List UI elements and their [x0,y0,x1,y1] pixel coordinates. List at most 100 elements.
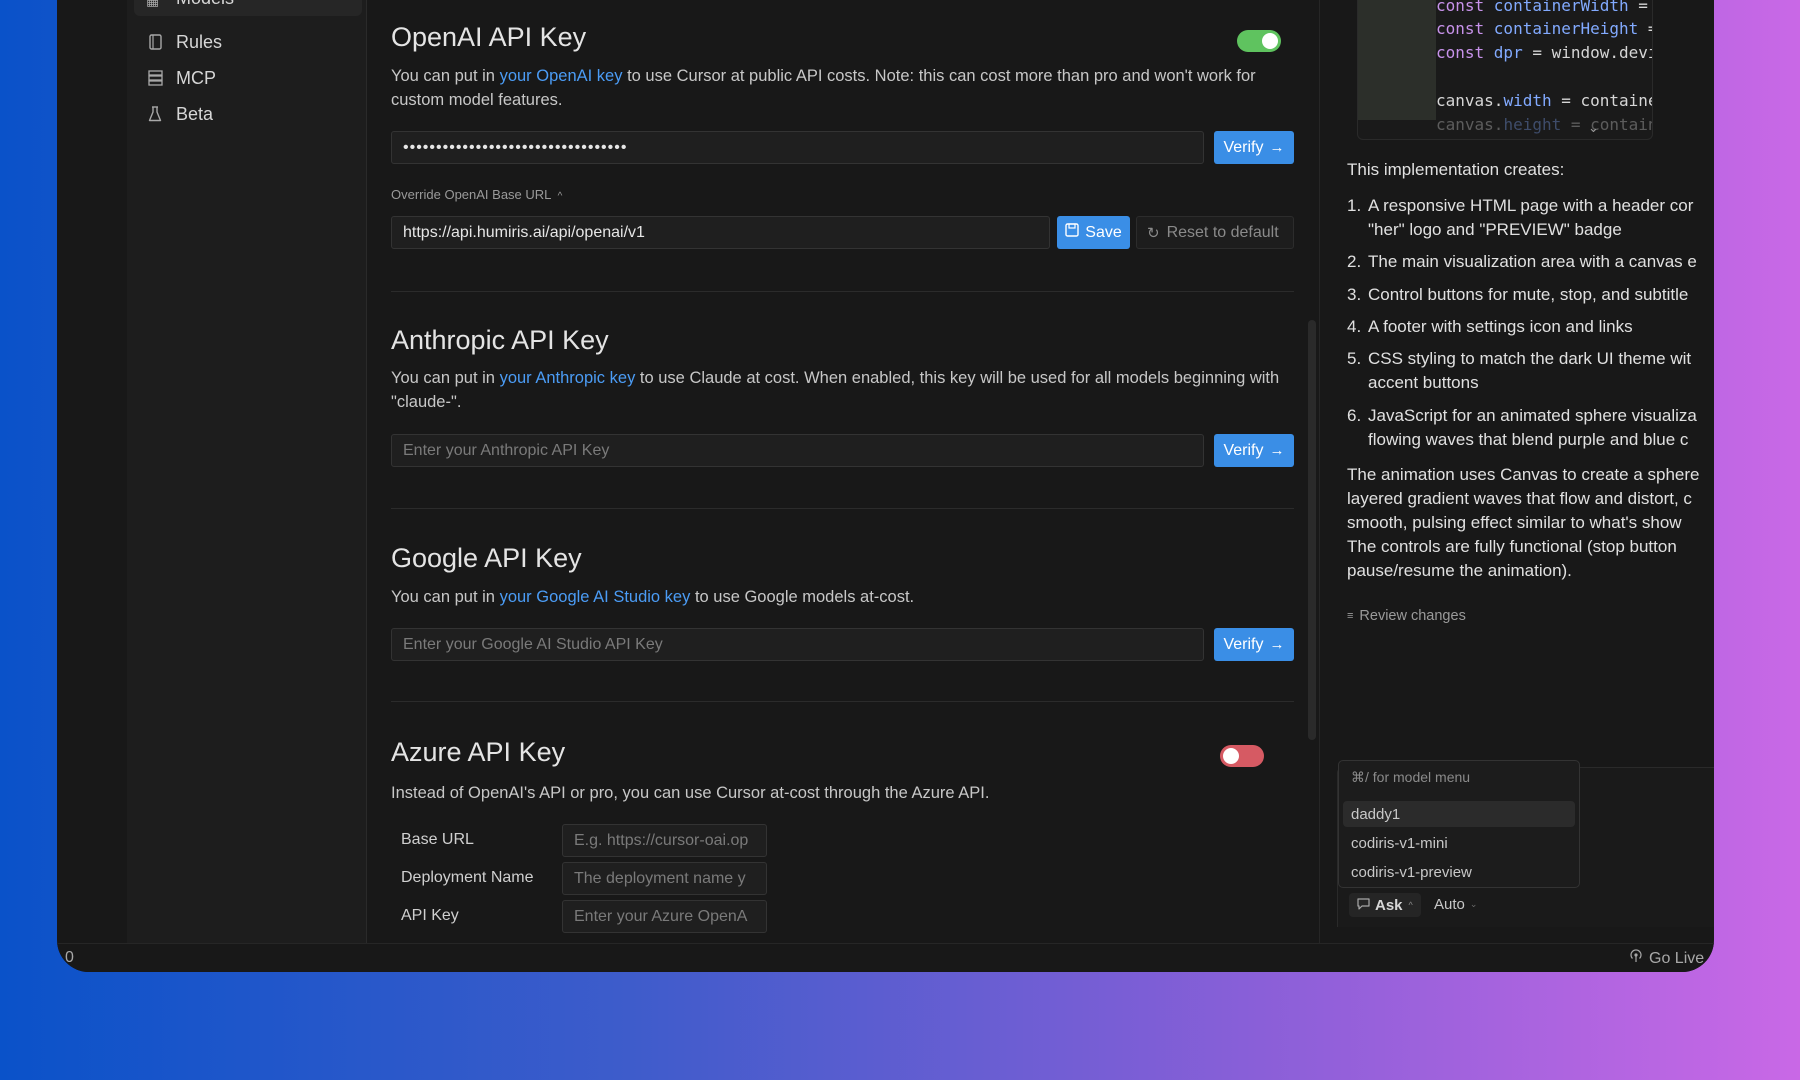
go-live-label: Go Live [1649,949,1705,967]
model-option[interactable]: codiris-v1-preview [1343,859,1575,885]
chevron-up-icon: ^ [1408,900,1413,910]
code-line: const containerWidth = canvas [1436,0,1652,15]
reset-default-button[interactable]: ↻ Reset to default [1136,216,1294,249]
chat-intro: This implementation creates: [1347,160,1565,179]
openai-description: You can put in your OpenAI key to use Cu… [391,64,1301,112]
list-icon: ≡ [1347,610,1354,622]
verify-label: Verify [1223,635,1264,653]
openai-key-input[interactable]: •••••••••••••••••••••••••••••••••• [391,131,1204,164]
save-icon [1065,223,1079,242]
code-token: const [1436,0,1494,15]
sidebar-item-models[interactable]: ▦ Models [134,0,362,16]
code-token: dpr [1493,43,1523,62]
chat-paragraph-line: The controls are fully functional (stop … [1347,537,1677,556]
list-item: accent buttons [1368,373,1479,392]
sidebar-item-label: MCP [176,67,216,88]
azure-toggle[interactable] [1220,745,1264,767]
chat-paragraph-line: layered gradient waves that flow and dis… [1347,489,1692,508]
status-left-count: 0 [65,949,74,966]
anthropic-verify-button[interactable]: Verify → [1214,434,1294,467]
go-live-button[interactable]: Go Live [1629,949,1704,968]
openai-key-link[interactable]: your OpenAI key [500,67,623,85]
google-description: You can put in your Google AI Studio key… [391,585,1301,609]
verify-label: Verify [1223,138,1264,156]
azure-base-url-label: Base URL [401,831,474,848]
auto-label: Auto [1434,896,1465,913]
desc-text: to use Google models at-cost. [690,588,915,606]
google-section-title: Google API Key [391,543,582,573]
list-item: The main visualization area with a canva… [1368,252,1697,271]
override-base-url-toggle[interactable]: Override OpenAI Base URL ^ [391,187,562,202]
review-changes-button[interactable]: ≡ Review changes [1347,608,1466,624]
code-line: const dpr = window.devicePix [1436,43,1652,62]
code-token: = containerHei [1570,115,1652,134]
azure-deployment-label: Deployment Name [401,869,534,886]
code-block: const containerWidth = canvas const cont… [1357,0,1653,140]
auto-select[interactable]: Auto ⌄ [1434,896,1477,913]
sidebar-item-label: Rules [176,31,223,52]
desc-text: You can put in [391,67,500,85]
openai-verify-button[interactable]: Verify → [1214,131,1294,164]
google-key-link[interactable]: your Google AI Studio key [500,588,691,606]
sidebar-item-rules[interactable]: Rules [146,24,222,60]
code-token: containerWidth [1493,0,1629,15]
list-item: A footer with settings icon and links [1368,317,1633,336]
anthropic-key-input[interactable]: Enter your Anthropic API Key [391,434,1204,467]
azure-api-key-label: API Key [401,907,459,924]
google-key-input[interactable]: Enter your Google AI Studio API Key [391,628,1204,661]
code-token: const [1436,43,1494,62]
anthropic-key-link[interactable]: your Anthropic key [500,369,636,387]
code-token: containerHeight [1493,19,1639,38]
openai-section-title: OpenAI API Key [391,22,587,52]
list-number: 3. [1347,285,1362,304]
list-number: 5. [1347,349,1362,368]
model-option[interactable]: codiris-v1-mini [1343,830,1575,856]
code-line: const containerHeight = canva [1436,19,1652,38]
list-item: CSS styling to match the dark UI theme w… [1368,349,1692,368]
section-divider [391,508,1294,509]
code-token: height [1503,115,1562,134]
openai-toggle[interactable] [1237,30,1281,52]
code-token: canvas. [1436,91,1504,110]
toggle-knob [1223,748,1239,764]
model-option[interactable]: daddy1 [1343,801,1575,827]
reset-icon: ↻ [1147,224,1160,242]
anthropic-section-title: Anthropic API Key [391,325,609,355]
chat-paragraph-line: pause/resume the animation). [1347,561,1572,580]
model-menu: ⌘/ for model menu daddy1 codiris-v1-mini… [1338,760,1580,888]
azure-deployment-input[interactable]: The deployment name y [562,862,767,895]
sidebar-item-label: Beta [176,103,214,124]
chevron-down-icon[interactable]: ⌄ [1588,120,1599,136]
document-icon [146,33,164,51]
code-token: = canva [1638,19,1652,38]
code-line: canvas.width = containerWidt [1436,91,1652,110]
code-token: canvas. [1436,115,1504,134]
code-token: = containerWidt [1561,91,1652,110]
list-number: 4. [1347,317,1362,336]
save-label: Save [1085,223,1122,241]
base-url-input[interactable]: https://api.humiris.ai/api/openai/v1 [391,216,1050,249]
settings-scrollbar[interactable] [1308,320,1316,740]
mode-select[interactable]: Ask ^ [1349,893,1421,917]
mode-label: Ask [1375,896,1403,914]
google-verify-button[interactable]: Verify → [1214,628,1294,661]
code-gutter [1358,0,1436,120]
arrow-right-icon: → [1269,139,1285,156]
section-divider [391,701,1294,702]
section-divider [391,291,1294,292]
anthropic-description: You can put in your Anthropic key to use… [391,366,1301,414]
model-menu-hint: ⌘/ for model menu [1351,769,1471,785]
save-button[interactable]: Save [1057,216,1130,249]
verify-label: Verify [1223,441,1264,459]
list-item: JavaScript for an animated sphere visual… [1368,406,1697,425]
code-token: width [1503,91,1552,110]
flask-icon [146,105,164,123]
server-icon [146,69,164,87]
sidebar-item-mcp[interactable]: MCP [146,60,216,96]
azure-base-url-input[interactable]: E.g. https://cursor-oai.op [562,824,767,857]
list-item: Control buttons for mute, stop, and subt… [1368,285,1689,304]
azure-api-key-input[interactable]: Enter your Azure OpenA [562,900,767,933]
sidebar-item-beta[interactable]: Beta [146,96,213,132]
status-bar: 0 Go Live [57,943,1714,972]
app-window: ▦ Models Rules MCP Beta OpenAI API Key Y… [57,0,1714,972]
